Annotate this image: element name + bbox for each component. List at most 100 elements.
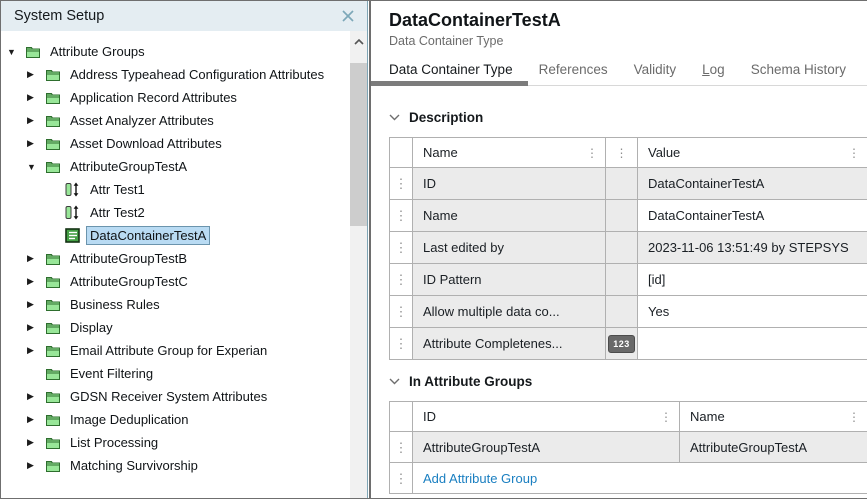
- tree-item-business-rules[interactable]: ▶ Business Rules: [1, 293, 367, 316]
- tree-item-application-record-attributes[interactable]: ▶ Application Record Attributes: [1, 86, 367, 109]
- folder-icon-wrap: [25, 45, 41, 59]
- attribute-value-cell[interactable]: [id]: [638, 264, 867, 296]
- expander-collapsed-icon[interactable]: ▶: [27, 92, 45, 103]
- tree-item-attributegrouptestb[interactable]: ▶ AttributeGroupTestB: [1, 247, 367, 270]
- add-attribute-group-label[interactable]: Add Attribute Group: [423, 471, 537, 486]
- expander-collapsed-icon[interactable]: ▶: [27, 345, 45, 356]
- tree-item-attribute-groups[interactable]: ▼ Attribute Groups: [1, 40, 367, 63]
- row-drag-handle[interactable]: [390, 232, 413, 264]
- tab-data-container-type[interactable]: Data Container Type: [389, 62, 513, 77]
- tree-item-gdsn-receiver-system-attributes[interactable]: ▶ GDSN Receiver System Attributes: [1, 385, 367, 408]
- folder-icon: [45, 275, 61, 289]
- expander-collapsed-icon[interactable]: ▶: [27, 276, 45, 287]
- in-attribute-groups-table: IDNameAttributeGroupTestAAttributeGroupT…: [389, 401, 867, 494]
- scrollbar-thumb[interactable]: [350, 63, 367, 226]
- expander-collapsed-icon[interactable]: ▶: [27, 138, 45, 149]
- column-menu-icon[interactable]: [586, 147, 598, 159]
- expander-collapsed-icon[interactable]: ▶: [27, 460, 45, 471]
- tree-item-asset-analyzer-attributes[interactable]: ▶ Asset Analyzer Attributes: [1, 109, 367, 132]
- column-menu-icon[interactable]: [848, 147, 860, 159]
- description-heading: Description: [409, 110, 483, 125]
- column-header-value: Value: [638, 138, 867, 168]
- attribute-name-cell: Allow multiple data co...: [413, 296, 606, 328]
- folder-icon: [45, 321, 61, 335]
- folder-icon: [45, 459, 61, 473]
- expander-expanded-icon[interactable]: ▼: [27, 162, 45, 172]
- close-icon[interactable]: [339, 7, 357, 25]
- indicator-cell: [606, 296, 638, 328]
- tree-item-attributegrouptestc[interactable]: ▶ AttributeGroupTestC: [1, 270, 367, 293]
- tab-schema-history[interactable]: Schema History: [751, 62, 846, 77]
- column-header-name: Name: [680, 402, 867, 432]
- folder-icon-wrap: [45, 390, 61, 404]
- row-handle-header: [390, 402, 413, 432]
- row-drag-handle[interactable]: [390, 296, 413, 328]
- expander-collapsed-icon[interactable]: ▶: [27, 253, 45, 264]
- attribute-value-cell[interactable]: Yes: [638, 296, 867, 328]
- column-menu-icon[interactable]: [848, 411, 860, 423]
- tree-item-event-filtering[interactable]: Event Filtering: [1, 362, 367, 385]
- expander-collapsed-icon[interactable]: ▶: [27, 322, 45, 333]
- expander-expanded-icon[interactable]: ▼: [7, 47, 25, 57]
- attribute-value-cell[interactable]: [638, 328, 867, 360]
- tree-item-label: Display: [66, 318, 117, 337]
- tree-item-label: Attribute Groups: [46, 42, 149, 61]
- tree-item-label: Business Rules: [66, 295, 164, 314]
- tree-item-address-typeahead-configuration-attributes[interactable]: ▶ Address Typeahead Configuration Attrib…: [1, 63, 367, 86]
- page-title: DataContainerTestA: [389, 1, 867, 31]
- tree-item-label: AttributeGroupTestB: [66, 249, 191, 268]
- tree-item-display[interactable]: ▶ Display: [1, 316, 367, 339]
- scroll-up-button[interactable]: [350, 31, 367, 53]
- data-container-icon: [65, 228, 80, 243]
- page-subtitle: Data Container Type: [389, 34, 867, 48]
- attribute-value-cell[interactable]: 2023-11-06 13:51:49 by STEPSYS: [638, 232, 867, 264]
- attribute-icon: [65, 182, 81, 197]
- folder-icon: [45, 252, 61, 266]
- tree-item-list-processing[interactable]: ▶ List Processing: [1, 431, 367, 454]
- in-attribute-groups-section-header[interactable]: In Attribute Groups: [389, 374, 867, 389]
- description-section-header[interactable]: Description: [389, 110, 867, 125]
- tree-item-email-attribute-group-for-experian[interactable]: ▶ Email Attribute Group for Experian: [1, 339, 367, 362]
- expander-collapsed-icon[interactable]: ▶: [27, 69, 45, 80]
- tree-item-attr-test2[interactable]: Attr Test2: [1, 201, 367, 224]
- expander-collapsed-icon[interactable]: ▶: [27, 437, 45, 448]
- group-id-cell: AttributeGroupTestA: [413, 432, 680, 463]
- tree-item-datacontainertesta[interactable]: DataContainerTestA: [1, 224, 367, 247]
- column-menu-icon[interactable]: [616, 147, 628, 159]
- expander-collapsed-icon[interactable]: ▶: [27, 391, 45, 402]
- active-tab-indicator: [371, 81, 528, 86]
- tree-item-image-deduplication[interactable]: ▶ Image Deduplication: [1, 408, 367, 431]
- tree-item-label: Email Attribute Group for Experian: [66, 341, 271, 360]
- folder-icon-wrap: [45, 413, 61, 427]
- row-drag-handle[interactable]: [390, 264, 413, 296]
- row-drag-handle[interactable]: [390, 463, 413, 494]
- expander-collapsed-icon[interactable]: ▶: [27, 299, 45, 310]
- expander-collapsed-icon[interactable]: ▶: [27, 414, 45, 425]
- tree-item-label: Attr Test2: [86, 203, 149, 222]
- column-menu-icon[interactable]: [660, 411, 672, 423]
- chevron-down-icon: [389, 114, 400, 121]
- tree-item-attributegrouptesta[interactable]: ▼ AttributeGroupTestA: [1, 155, 367, 178]
- detail-panel: DataContainerTestA Data Container Type D…: [371, 1, 867, 498]
- tree-item-label: List Processing: [66, 433, 162, 452]
- tab-log[interactable]: Log: [702, 62, 725, 77]
- tree-item-asset-download-attributes[interactable]: ▶ Asset Download Attributes: [1, 132, 367, 155]
- row-drag-handle[interactable]: [390, 200, 413, 232]
- folder-icon-wrap: [45, 252, 61, 266]
- attribute-name-cell: ID: [413, 168, 606, 200]
- tab-validity[interactable]: Validity: [634, 62, 677, 77]
- row-drag-handle[interactable]: [390, 328, 413, 360]
- add-attribute-group-link[interactable]: Add Attribute Group: [413, 463, 867, 494]
- tree-scrollbar[interactable]: [350, 31, 367, 498]
- tree-item-matching-survivorship[interactable]: ▶ Matching Survivorship: [1, 454, 367, 477]
- row-drag-handle[interactable]: [390, 432, 413, 463]
- tree-area: ▼ Attribute Groups▶ Address Typeahead Co…: [1, 31, 367, 498]
- row-drag-handle[interactable]: [390, 168, 413, 200]
- attribute-value-cell[interactable]: DataContainerTestA: [638, 168, 867, 200]
- folder-icon-wrap: [45, 459, 61, 473]
- attribute-value-cell[interactable]: DataContainerTestA: [638, 200, 867, 232]
- tree-item-attr-test1[interactable]: Attr Test1: [1, 178, 367, 201]
- expander-collapsed-icon[interactable]: ▶: [27, 115, 45, 126]
- folder-icon-wrap: [45, 321, 61, 335]
- tab-references[interactable]: References: [539, 62, 608, 77]
